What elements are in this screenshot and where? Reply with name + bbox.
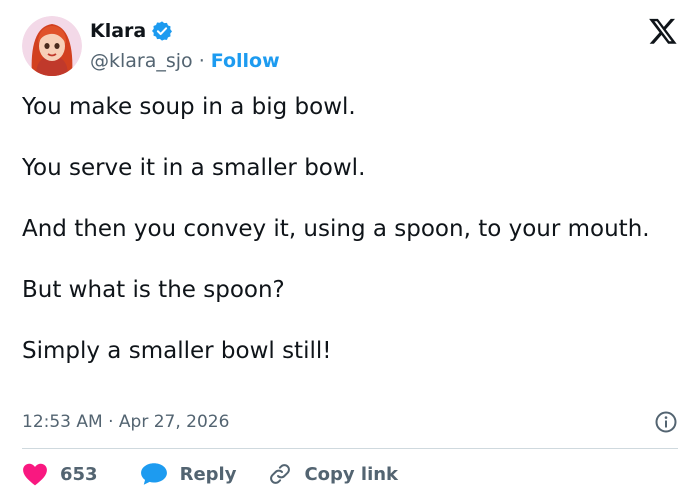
copy-link-label: Copy link: [304, 463, 399, 485]
reply-label: Reply: [179, 463, 237, 485]
tweet-paragraph: And then you convey it, using a spoon, t…: [22, 216, 650, 242]
reply-button[interactable]: Reply: [140, 462, 237, 486]
tweet-header: Klara @klara_sjo · Follow: [22, 16, 280, 76]
author-display-name[interactable]: Klara: [90, 20, 146, 42]
tweet-text: You make soup in a big bowl. You serve i…: [22, 92, 672, 397]
timestamp-row: 12:53 AM · Apr 27, 2026: [22, 410, 678, 434]
action-bar: 653 Reply Copy link: [22, 460, 398, 488]
avatar[interactable]: [22, 16, 82, 76]
follow-button[interactable]: Follow: [211, 50, 280, 72]
author-handle[interactable]: @klara_sjo: [90, 50, 193, 72]
copy-link-button[interactable]: Copy link: [268, 462, 398, 486]
like-count: 653: [60, 463, 98, 485]
tweet-paragraph: You serve it in a smaller bowl.: [22, 155, 366, 181]
separator-dot: ·: [198, 50, 205, 72]
verified-badge-icon: [151, 20, 173, 42]
info-icon[interactable]: [654, 410, 678, 434]
like-button[interactable]: 653: [22, 462, 98, 486]
author-names: Klara @klara_sjo · Follow: [90, 17, 280, 75]
tweet-paragraph: Simply a smaller bowl still!: [22, 338, 332, 364]
handle-row: @klara_sjo · Follow: [90, 47, 280, 75]
name-row: Klara: [90, 17, 280, 45]
tweet-paragraph: But what is the spoon?: [22, 277, 285, 303]
tweet-card: Klara @klara_sjo · Follow You make soup …: [0, 0, 700, 502]
x-logo-icon[interactable]: [648, 16, 678, 46]
link-icon: [270, 464, 291, 484]
heart-icon: [23, 463, 47, 486]
tweet-paragraph: You make soup in a big bowl.: [22, 94, 356, 120]
divider: [22, 448, 678, 449]
reply-bubble-icon: [140, 463, 167, 485]
tweet-timestamp[interactable]: 12:53 AM · Apr 27, 2026: [22, 412, 229, 432]
